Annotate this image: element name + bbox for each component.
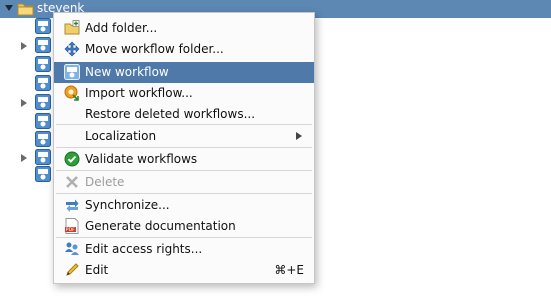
workflow-icon: [35, 166, 51, 185]
synchronize-icon: [64, 197, 80, 213]
workflow-icon: [35, 113, 51, 132]
menu-item-import-workflow[interactable]: Import workflow...: [54, 83, 314, 104]
workflow-icon: [35, 37, 51, 56]
menu-item-edit[interactable]: Edit ⌘+E: [54, 260, 314, 281]
menu-item-label: Localization: [85, 129, 157, 143]
menu-item-new-workflow[interactable]: New workflow: [54, 62, 314, 83]
tree-row[interactable]: [0, 94, 60, 112]
disclosure-right-icon[interactable]: [21, 42, 27, 50]
menu-item-label: Import workflow...: [85, 86, 193, 100]
submenu-arrow-icon: [296, 132, 302, 140]
menu-item-validate-workflows[interactable]: Validate workflows: [54, 149, 314, 170]
tree-row[interactable]: [0, 149, 60, 167]
menu-item-label: Synchronize...: [85, 198, 170, 212]
tree-row[interactable]: [0, 56, 60, 74]
import-workflow-icon: [64, 85, 80, 101]
menu-item-label: Edit access rights...: [85, 242, 203, 256]
workflow-icon: [35, 94, 51, 113]
menu-item-localization[interactable]: Localization: [54, 126, 314, 147]
tree-row[interactable]: [0, 18, 60, 36]
menu-separator: [56, 237, 312, 238]
menu-item-restore-deleted-workflows[interactable]: Restore deleted workflows...: [54, 104, 314, 125]
workflow-icon: [35, 75, 51, 94]
menu-item-label: Delete: [85, 175, 125, 189]
svg-text:PDF: PDF: [66, 227, 75, 233]
move-icon: [64, 41, 80, 57]
disclosure-right-icon[interactable]: [21, 99, 27, 107]
users-icon: [64, 241, 80, 257]
context-menu: Add folder... Move workflow folder... Ne…: [53, 12, 315, 284]
workflow-icon: [35, 131, 51, 150]
add-folder-icon: [64, 20, 80, 36]
workflow-icon: [35, 18, 51, 37]
menu-separator: [56, 170, 312, 171]
pdf-icon: PDF: [64, 218, 80, 234]
folder-icon: [17, 1, 34, 19]
delete-x-icon: [64, 174, 80, 190]
workflow-icon: [35, 56, 51, 75]
tree-row[interactable]: [0, 75, 60, 93]
tree-row[interactable]: [0, 37, 60, 55]
disclosure-right-icon[interactable]: [21, 154, 27, 162]
menu-item-label: New workflow: [85, 65, 169, 79]
menu-item-generate-documentation[interactable]: PDF Generate documentation: [54, 216, 314, 237]
menu-item-delete[interactable]: Delete: [54, 172, 314, 193]
menu-item-label: Validate workflows: [85, 152, 198, 166]
menu-separator: [56, 193, 312, 194]
menu-item-move-workflow-folder[interactable]: Move workflow folder...: [54, 39, 314, 60]
menu-item-label: Add folder...: [85, 21, 158, 35]
menu-item-add-folder[interactable]: Add folder...: [54, 18, 314, 39]
menu-item-edit-access-rights[interactable]: Edit access rights...: [54, 239, 314, 260]
menu-item-label: Generate documentation: [85, 219, 236, 233]
tree-row[interactable]: [0, 166, 60, 184]
tree-row[interactable]: [0, 131, 60, 149]
menu-item-label: Edit: [85, 263, 109, 277]
new-workflow-icon: [64, 64, 80, 80]
pencil-icon: [64, 262, 80, 278]
validate-check-icon: [64, 151, 80, 167]
menu-item-label: Restore deleted workflows...: [85, 107, 256, 121]
disclosure-down-icon[interactable]: [5, 5, 13, 11]
tree-row[interactable]: [0, 113, 60, 131]
menu-separator: [56, 147, 312, 148]
keyboard-shortcut: ⌘+E: [274, 263, 304, 277]
menu-item-label: Move workflow folder...: [85, 42, 224, 56]
menu-separator: [56, 124, 312, 125]
menu-item-synchronize[interactable]: Synchronize...: [54, 195, 314, 216]
